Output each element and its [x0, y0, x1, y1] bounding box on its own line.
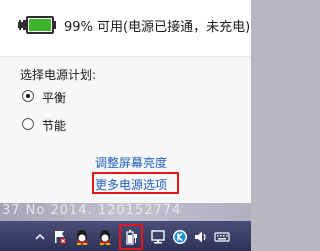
radio-unselected-icon[interactable]	[22, 118, 34, 130]
power-flyout: 99% 可用(电源已接通，未充电) 选择电源计划: 平衡 节能 调整屏幕亮度 更…	[0, 0, 251, 203]
power-plan-title: 选择电源计划:	[20, 68, 97, 82]
qq-icon[interactable]	[74, 229, 90, 245]
battery-plugged-icon	[18, 12, 58, 42]
plan-option-label: 节能	[42, 119, 67, 133]
qq-icon[interactable]	[97, 229, 113, 245]
battery-status-text: 99% 可用(电源已接通，未充电)	[64, 20, 251, 35]
radio-selected-icon[interactable]	[22, 90, 34, 102]
battery-status-area: 99% 可用(电源已接通，未充电)	[0, 0, 251, 56]
tray-highlight-box	[119, 224, 143, 250]
plan-option-label: 平衡	[42, 91, 67, 105]
desktop-wallpaper-text: 37 No 2014. 120152774	[2, 203, 182, 218]
adjust-brightness-link[interactable]: 调整屏幕亮度	[95, 154, 167, 171]
highlight-box	[92, 172, 179, 194]
flag-action-center-icon[interactable]	[52, 229, 68, 245]
keyboard-icon[interactable]	[214, 229, 230, 245]
desktop-background: 37 No 2014. 120152774	[0, 203, 251, 221]
volume-icon[interactable]	[193, 229, 209, 245]
power-plan-section: 选择电源计划: 平衡 节能	[0, 56, 251, 145]
network-icon[interactable]	[150, 229, 166, 245]
show-hidden-icons-chevron-icon[interactable]	[32, 229, 48, 245]
k-app-icon[interactable]	[172, 229, 188, 245]
